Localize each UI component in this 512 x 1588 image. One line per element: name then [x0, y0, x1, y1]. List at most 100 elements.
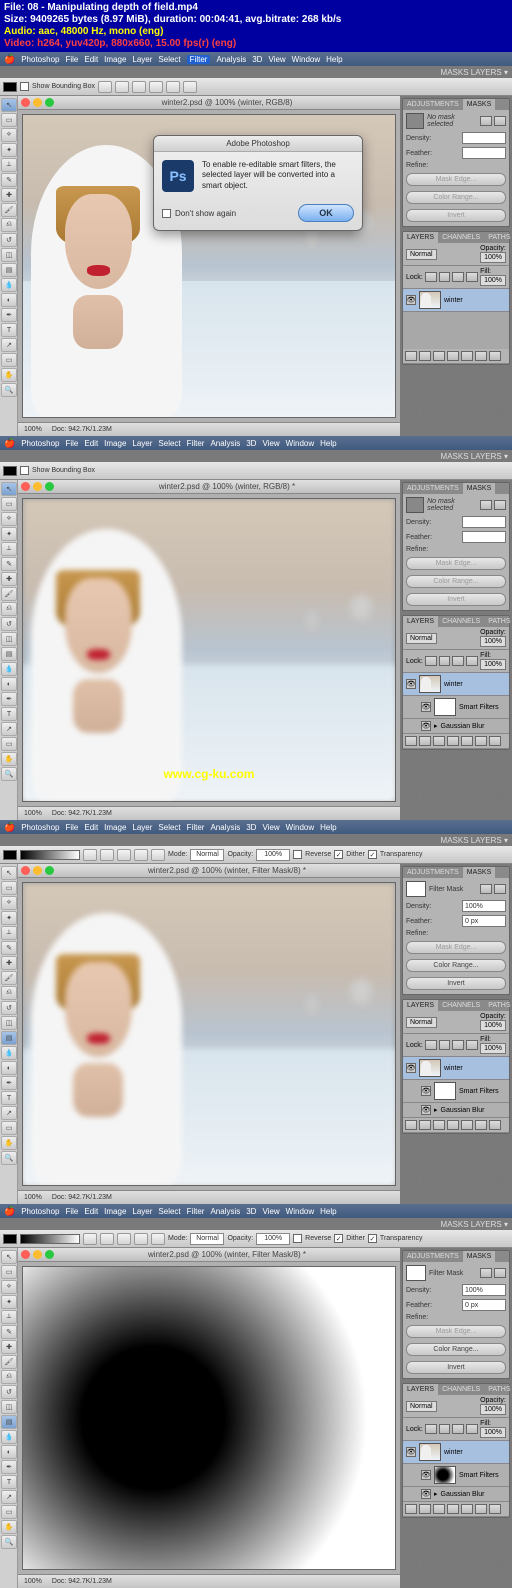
linear-gradient-icon[interactable] [83, 849, 97, 861]
mode-select[interactable]: Normal [190, 849, 224, 861]
channels-tab[interactable]: CHANNELS [438, 616, 484, 627]
lasso-tool-icon[interactable]: ⟡ [1, 512, 17, 526]
menu-layer[interactable]: Layer [132, 55, 152, 64]
minimize-icon[interactable] [33, 98, 42, 107]
channels-tab[interactable]: CHANNELS [438, 232, 484, 243]
menu-view[interactable]: View [262, 823, 279, 832]
gradient-picker[interactable] [20, 850, 80, 860]
invert-button[interactable]: Invert [406, 209, 506, 222]
crop-tool-icon[interactable]: ⟂ [1, 926, 17, 940]
mask-edge-button[interactable]: Mask Edge... [406, 557, 506, 570]
minimize-icon[interactable] [33, 1250, 42, 1259]
brush-tool-icon[interactable]: 🖌 [1, 203, 17, 217]
vector-mask-icon[interactable] [494, 500, 506, 510]
menu-help[interactable]: Help [320, 1207, 336, 1216]
visibility-toggle-icon[interactable]: 👁 [421, 721, 431, 731]
close-icon[interactable] [21, 1250, 30, 1259]
dont-show-checkbox[interactable] [162, 209, 171, 218]
lock-icon[interactable] [425, 1040, 437, 1050]
delete-layer-icon[interactable] [489, 1120, 501, 1130]
layer-thumbnail[interactable] [419, 291, 441, 309]
hand-tool-icon[interactable]: ✋ [1, 368, 17, 382]
layers-tab[interactable]: LAYERS [403, 1384, 438, 1395]
zoom-level[interactable]: 100% [24, 810, 42, 817]
lock-icon[interactable] [439, 1040, 451, 1050]
brush-tool-icon[interactable]: 🖌 [1, 1355, 17, 1369]
visibility-toggle-icon[interactable]: 👁 [421, 1086, 431, 1096]
smart-filters-row[interactable]: 👁Smart Filters [403, 1080, 509, 1103]
type-tool-icon[interactable]: T [1, 1475, 17, 1489]
menu-select[interactable]: Select [158, 439, 180, 448]
mask-thumbnail[interactable] [406, 1265, 426, 1281]
radial-gradient-icon[interactable] [100, 1233, 114, 1245]
menu-analysis[interactable]: Analysis [210, 1207, 240, 1216]
hand-tool-icon[interactable]: ✋ [1, 1136, 17, 1150]
lock-pixels-icon[interactable] [439, 272, 451, 282]
zoom-window-icon[interactable] [45, 1250, 54, 1259]
lock-icon[interactable] [452, 1040, 464, 1050]
masks-tab[interactable]: MASKS [463, 1251, 496, 1262]
fill-input[interactable]: 100% [480, 1043, 506, 1054]
mask-edge-button[interactable]: Mask Edge... [406, 1325, 506, 1338]
visibility-toggle-icon[interactable]: 👁 [421, 1105, 431, 1115]
zoom-tool-icon[interactable]: 🔍 [1, 1535, 17, 1549]
link-layers-icon[interactable] [405, 351, 417, 361]
layer-style-icon[interactable] [419, 736, 431, 746]
stamp-tool-icon[interactable]: ⎌ [1, 1370, 17, 1384]
color-range-button[interactable]: Color Range... [406, 575, 506, 588]
tool-preset-icon[interactable] [3, 1234, 17, 1244]
path-tool-icon[interactable]: ↗ [1, 1106, 17, 1120]
lock-icon[interactable] [466, 1424, 478, 1434]
pen-tool-icon[interactable]: ✒ [1, 308, 17, 322]
wand-tool-icon[interactable]: ✦ [1, 1295, 17, 1309]
minimize-icon[interactable] [33, 482, 42, 491]
group-icon[interactable] [461, 1120, 473, 1130]
filter-name[interactable]: Gaussian Blur [441, 1491, 485, 1498]
feather-input[interactable]: 0 px [462, 915, 506, 927]
masks-tab[interactable]: MASKS [463, 99, 496, 110]
zoom-tool-icon[interactable]: 🔍 [1, 767, 17, 781]
healing-tool-icon[interactable]: ✚ [1, 956, 17, 970]
type-tool-icon[interactable]: T [1, 323, 17, 337]
linear-gradient-icon[interactable] [83, 1233, 97, 1245]
pen-tool-icon[interactable]: ✒ [1, 1460, 17, 1474]
eraser-tool-icon[interactable]: ◫ [1, 1016, 17, 1030]
link-layers-icon[interactable] [405, 1120, 417, 1130]
paths-tab[interactable]: PATHS [484, 1384, 512, 1395]
visibility-toggle-icon[interactable]: 👁 [406, 679, 416, 689]
layer-mask-icon[interactable] [433, 736, 445, 746]
channels-tab[interactable]: CHANNELS [438, 1000, 484, 1011]
history-brush-tool-icon[interactable]: ↺ [1, 617, 17, 631]
visibility-toggle-icon[interactable]: 👁 [421, 1489, 431, 1499]
crop-tool-icon[interactable]: ⟂ [1, 542, 17, 556]
feather-input[interactable] [462, 531, 506, 543]
menu-window[interactable]: Window [286, 823, 314, 832]
blend-mode-select[interactable]: Normal [406, 249, 437, 260]
fill-input[interactable]: 100% [480, 659, 506, 670]
opt-button[interactable] [132, 81, 146, 93]
menu-window[interactable]: Window [286, 1207, 314, 1216]
link-layers-icon[interactable] [405, 736, 417, 746]
path-tool-icon[interactable]: ↗ [1, 1490, 17, 1504]
wand-tool-icon[interactable]: ✦ [1, 143, 17, 157]
mask-thumbnail[interactable] [406, 497, 424, 513]
fill-input[interactable]: 100% [480, 1427, 506, 1438]
layer-style-icon[interactable] [419, 1504, 431, 1514]
menu-edit[interactable]: Edit [84, 55, 98, 64]
reverse-checkbox[interactable] [293, 1234, 302, 1243]
menu-view[interactable]: View [268, 55, 285, 64]
invert-button[interactable]: Invert [406, 977, 506, 990]
density-input[interactable] [462, 132, 506, 144]
marquee-tool-icon[interactable]: ▭ [1, 881, 17, 895]
zoom-level[interactable]: 100% [24, 1194, 42, 1201]
lock-icon[interactable] [439, 656, 451, 666]
dodge-tool-icon[interactable]: ◐ [1, 677, 17, 691]
adjustment-layer-icon[interactable] [447, 351, 459, 361]
color-range-button[interactable]: Color Range... [406, 959, 506, 972]
app-name[interactable]: Photoshop [21, 823, 59, 832]
workspace-switcher[interactable]: MASKS LAYERS ▾ [441, 836, 508, 845]
menu-3d[interactable]: 3D [252, 55, 262, 64]
mask-edge-button[interactable]: Mask Edge... [406, 173, 506, 186]
stamp-tool-icon[interactable]: ⎌ [1, 602, 17, 616]
delete-layer-icon[interactable] [489, 1504, 501, 1514]
